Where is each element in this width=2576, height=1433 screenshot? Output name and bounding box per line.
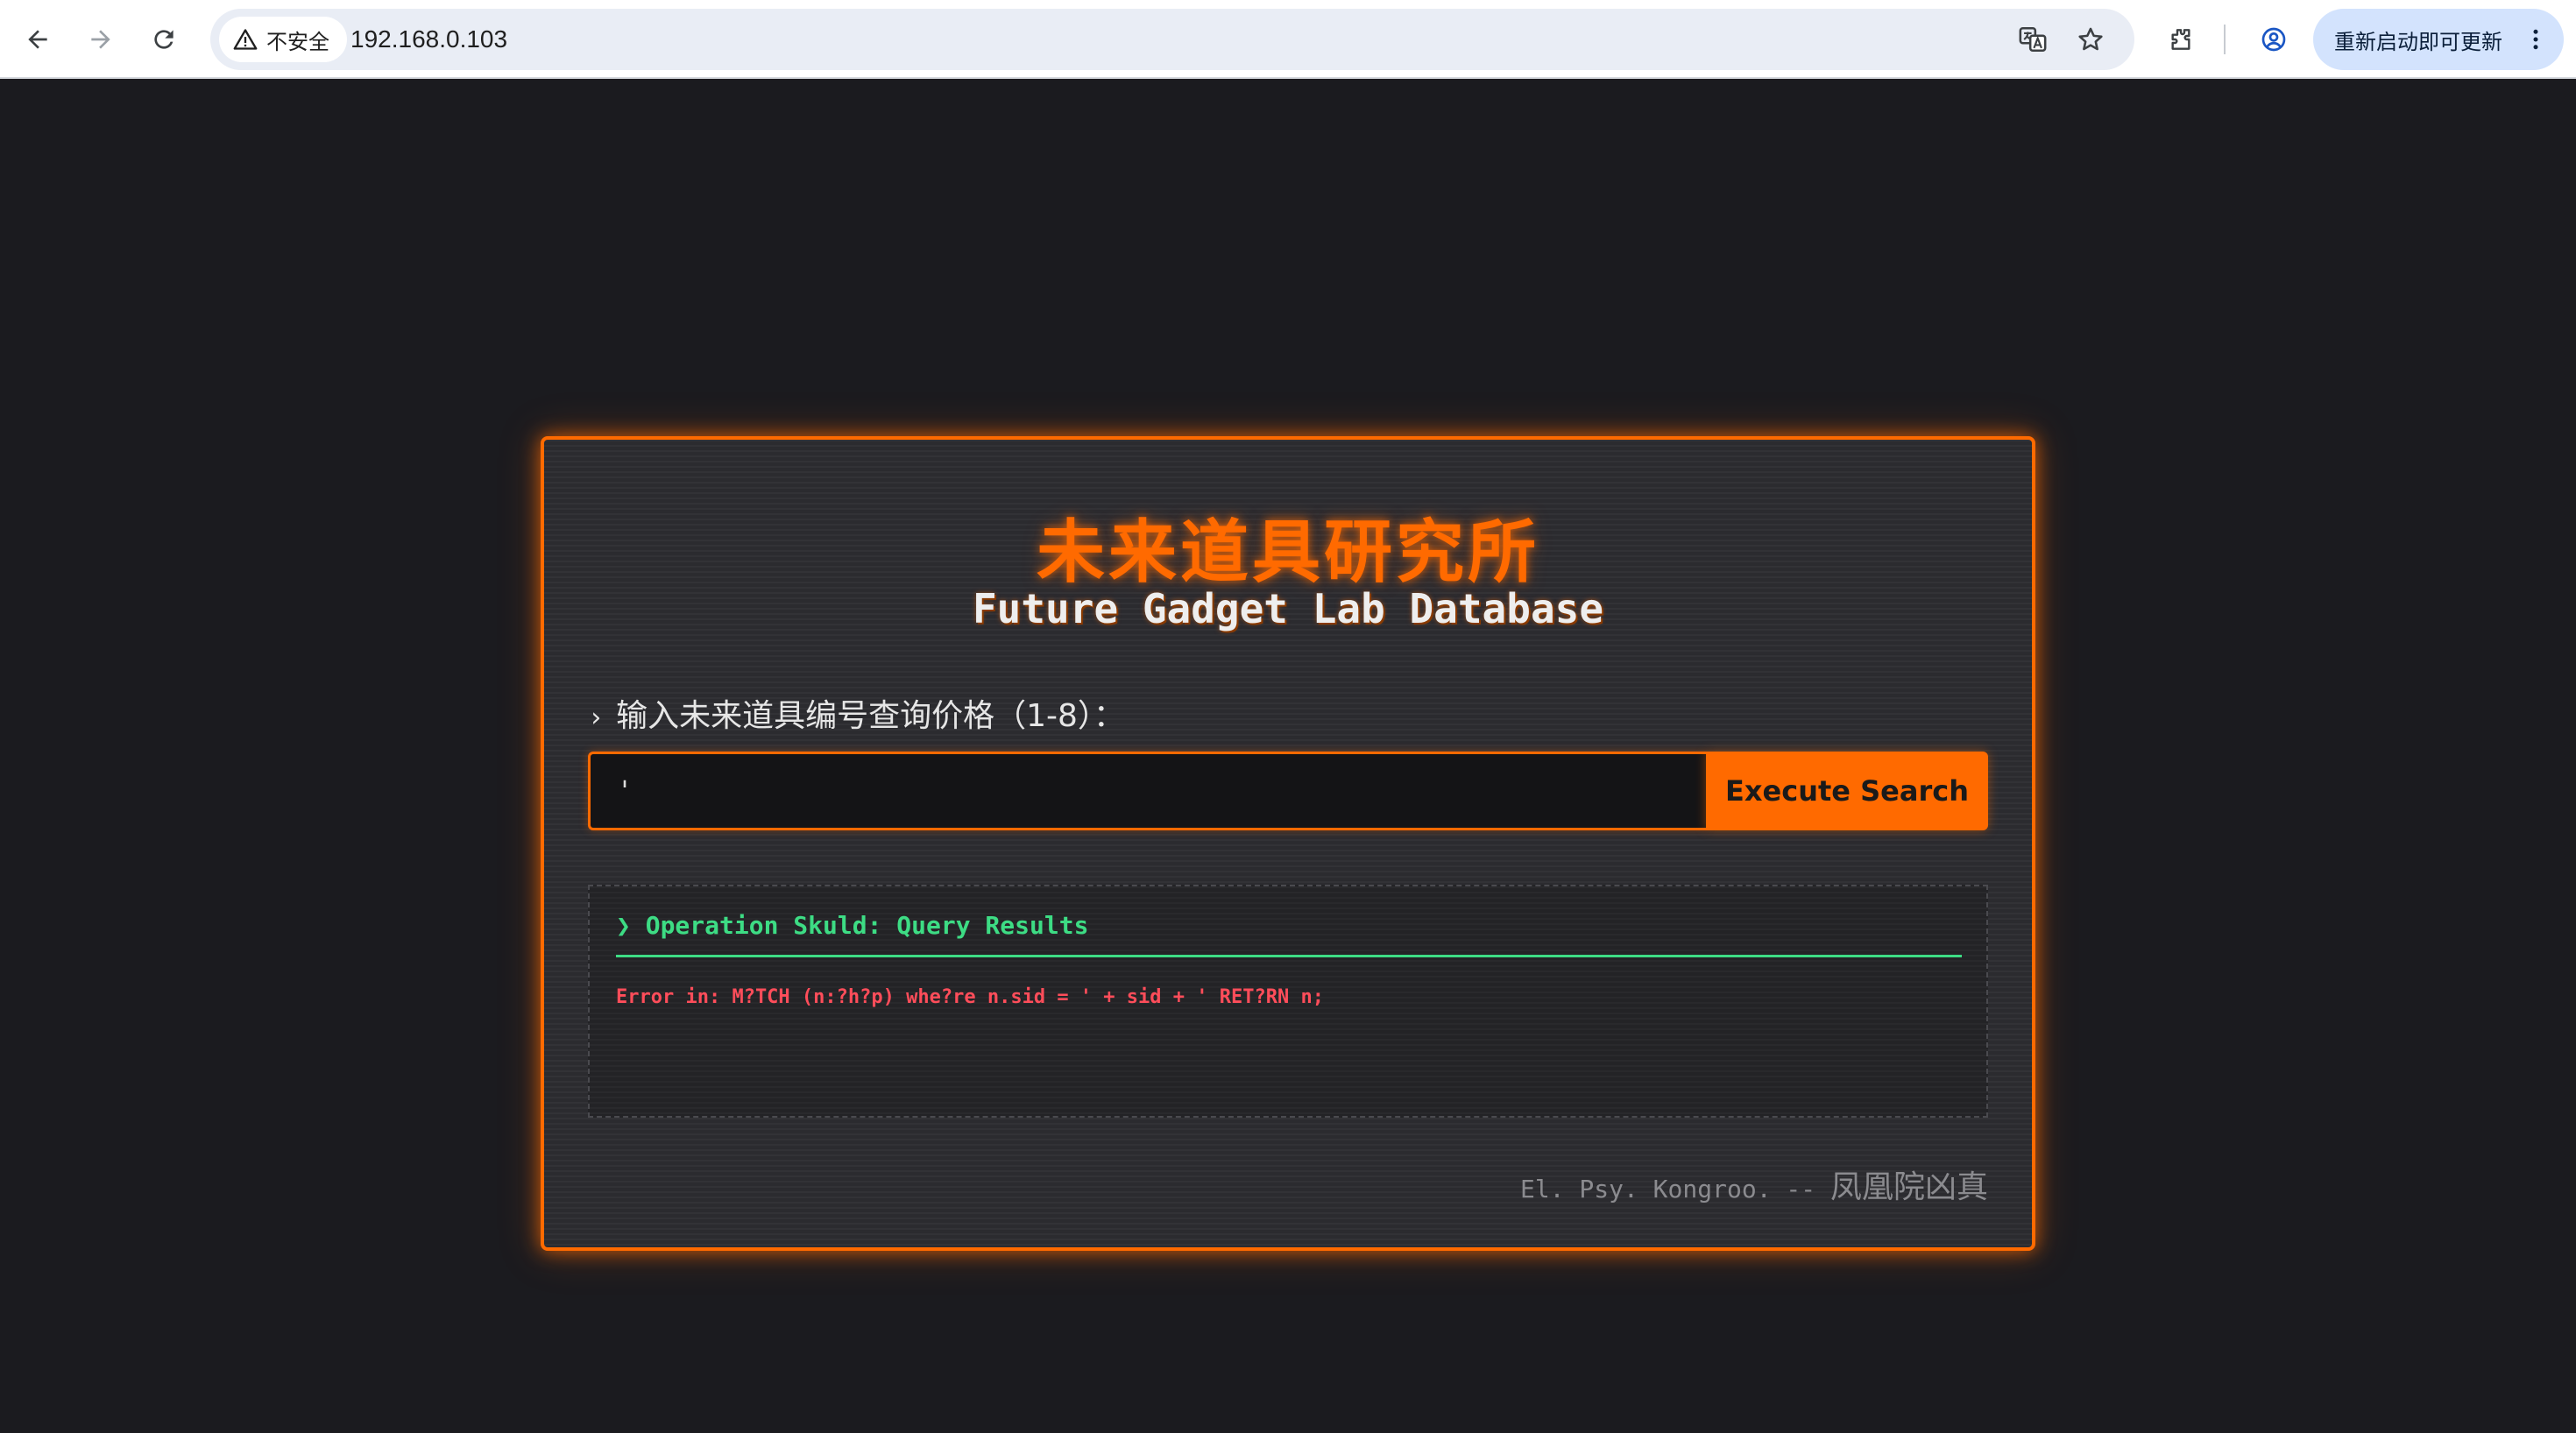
toolbar-divider xyxy=(2224,25,2226,54)
chevron-right-icon: › xyxy=(588,702,605,733)
forward-button[interactable] xyxy=(79,18,123,61)
results-header: ❯ Operation Skuld: Query Results xyxy=(616,911,1089,940)
reload-button[interactable] xyxy=(142,18,186,61)
query-prompt-text: 输入未来道具编号查询价格（1-8）： xyxy=(616,698,1125,734)
footer-signature: El. Psy. Kongroo. -- 凤凰院凶真 xyxy=(1520,1161,1988,1207)
security-label: 不安全 xyxy=(266,29,329,54)
arrow-right-icon xyxy=(91,30,110,49)
relaunch-label: 重新启动即可更新 xyxy=(2334,29,2502,54)
query-prompt: › 输入未来道具编号查询价格（1-8）： xyxy=(588,690,1125,736)
translate-button[interactable] xyxy=(2017,24,2049,55)
more-menu-button[interactable] xyxy=(2518,22,2553,57)
profile-button[interactable] xyxy=(2252,18,2296,61)
account-icon xyxy=(2261,27,2286,52)
url-text[interactable]: 192.168.0.103 xyxy=(350,9,507,70)
relaunch-update-button[interactable]: 重新启动即可更新 xyxy=(2313,9,2564,70)
error-message: Error in: M?TCH (n:?h?p) whe?re n.sid = … xyxy=(616,986,1324,1008)
search-panel: 未来道具研究所 Future Gadget Lab Database › 输入未来… xyxy=(541,436,2035,1251)
results-panel: ❯ Operation Skuld: Query Results Error i… xyxy=(588,885,1988,1118)
gadget-id-input[interactable] xyxy=(588,752,1706,830)
footer-quote: El. Psy. Kongroo. -- xyxy=(1519,1175,1830,1204)
translate-icon xyxy=(2019,26,2047,53)
bookmark-star-button[interactable] xyxy=(2075,24,2106,55)
execute-search-button[interactable]: Execute Search xyxy=(1706,752,1988,830)
star-icon xyxy=(2078,27,2103,51)
page-title: 未来道具研究所 xyxy=(1036,513,1539,592)
browser-toolbar: 不安全 192.168.0.103 重新启动即可更新 xyxy=(0,0,2576,79)
more-vert-icon xyxy=(2533,29,2538,50)
reload-icon xyxy=(154,30,173,49)
back-button[interactable] xyxy=(16,18,60,61)
puzzle-icon xyxy=(2171,29,2190,50)
address-bar[interactable]: 不安全 192.168.0.103 xyxy=(210,9,2134,70)
footer-author: 凤凰院凶真 xyxy=(1829,1169,1988,1205)
security-indicator[interactable]: 不安全 xyxy=(219,17,347,62)
warning-icon xyxy=(233,29,258,50)
results-divider xyxy=(616,955,1962,957)
arrow-left-icon xyxy=(28,30,47,49)
page-subtitle: Future Gadget Lab Database xyxy=(972,585,1604,632)
extensions-button[interactable] xyxy=(2159,18,2203,61)
